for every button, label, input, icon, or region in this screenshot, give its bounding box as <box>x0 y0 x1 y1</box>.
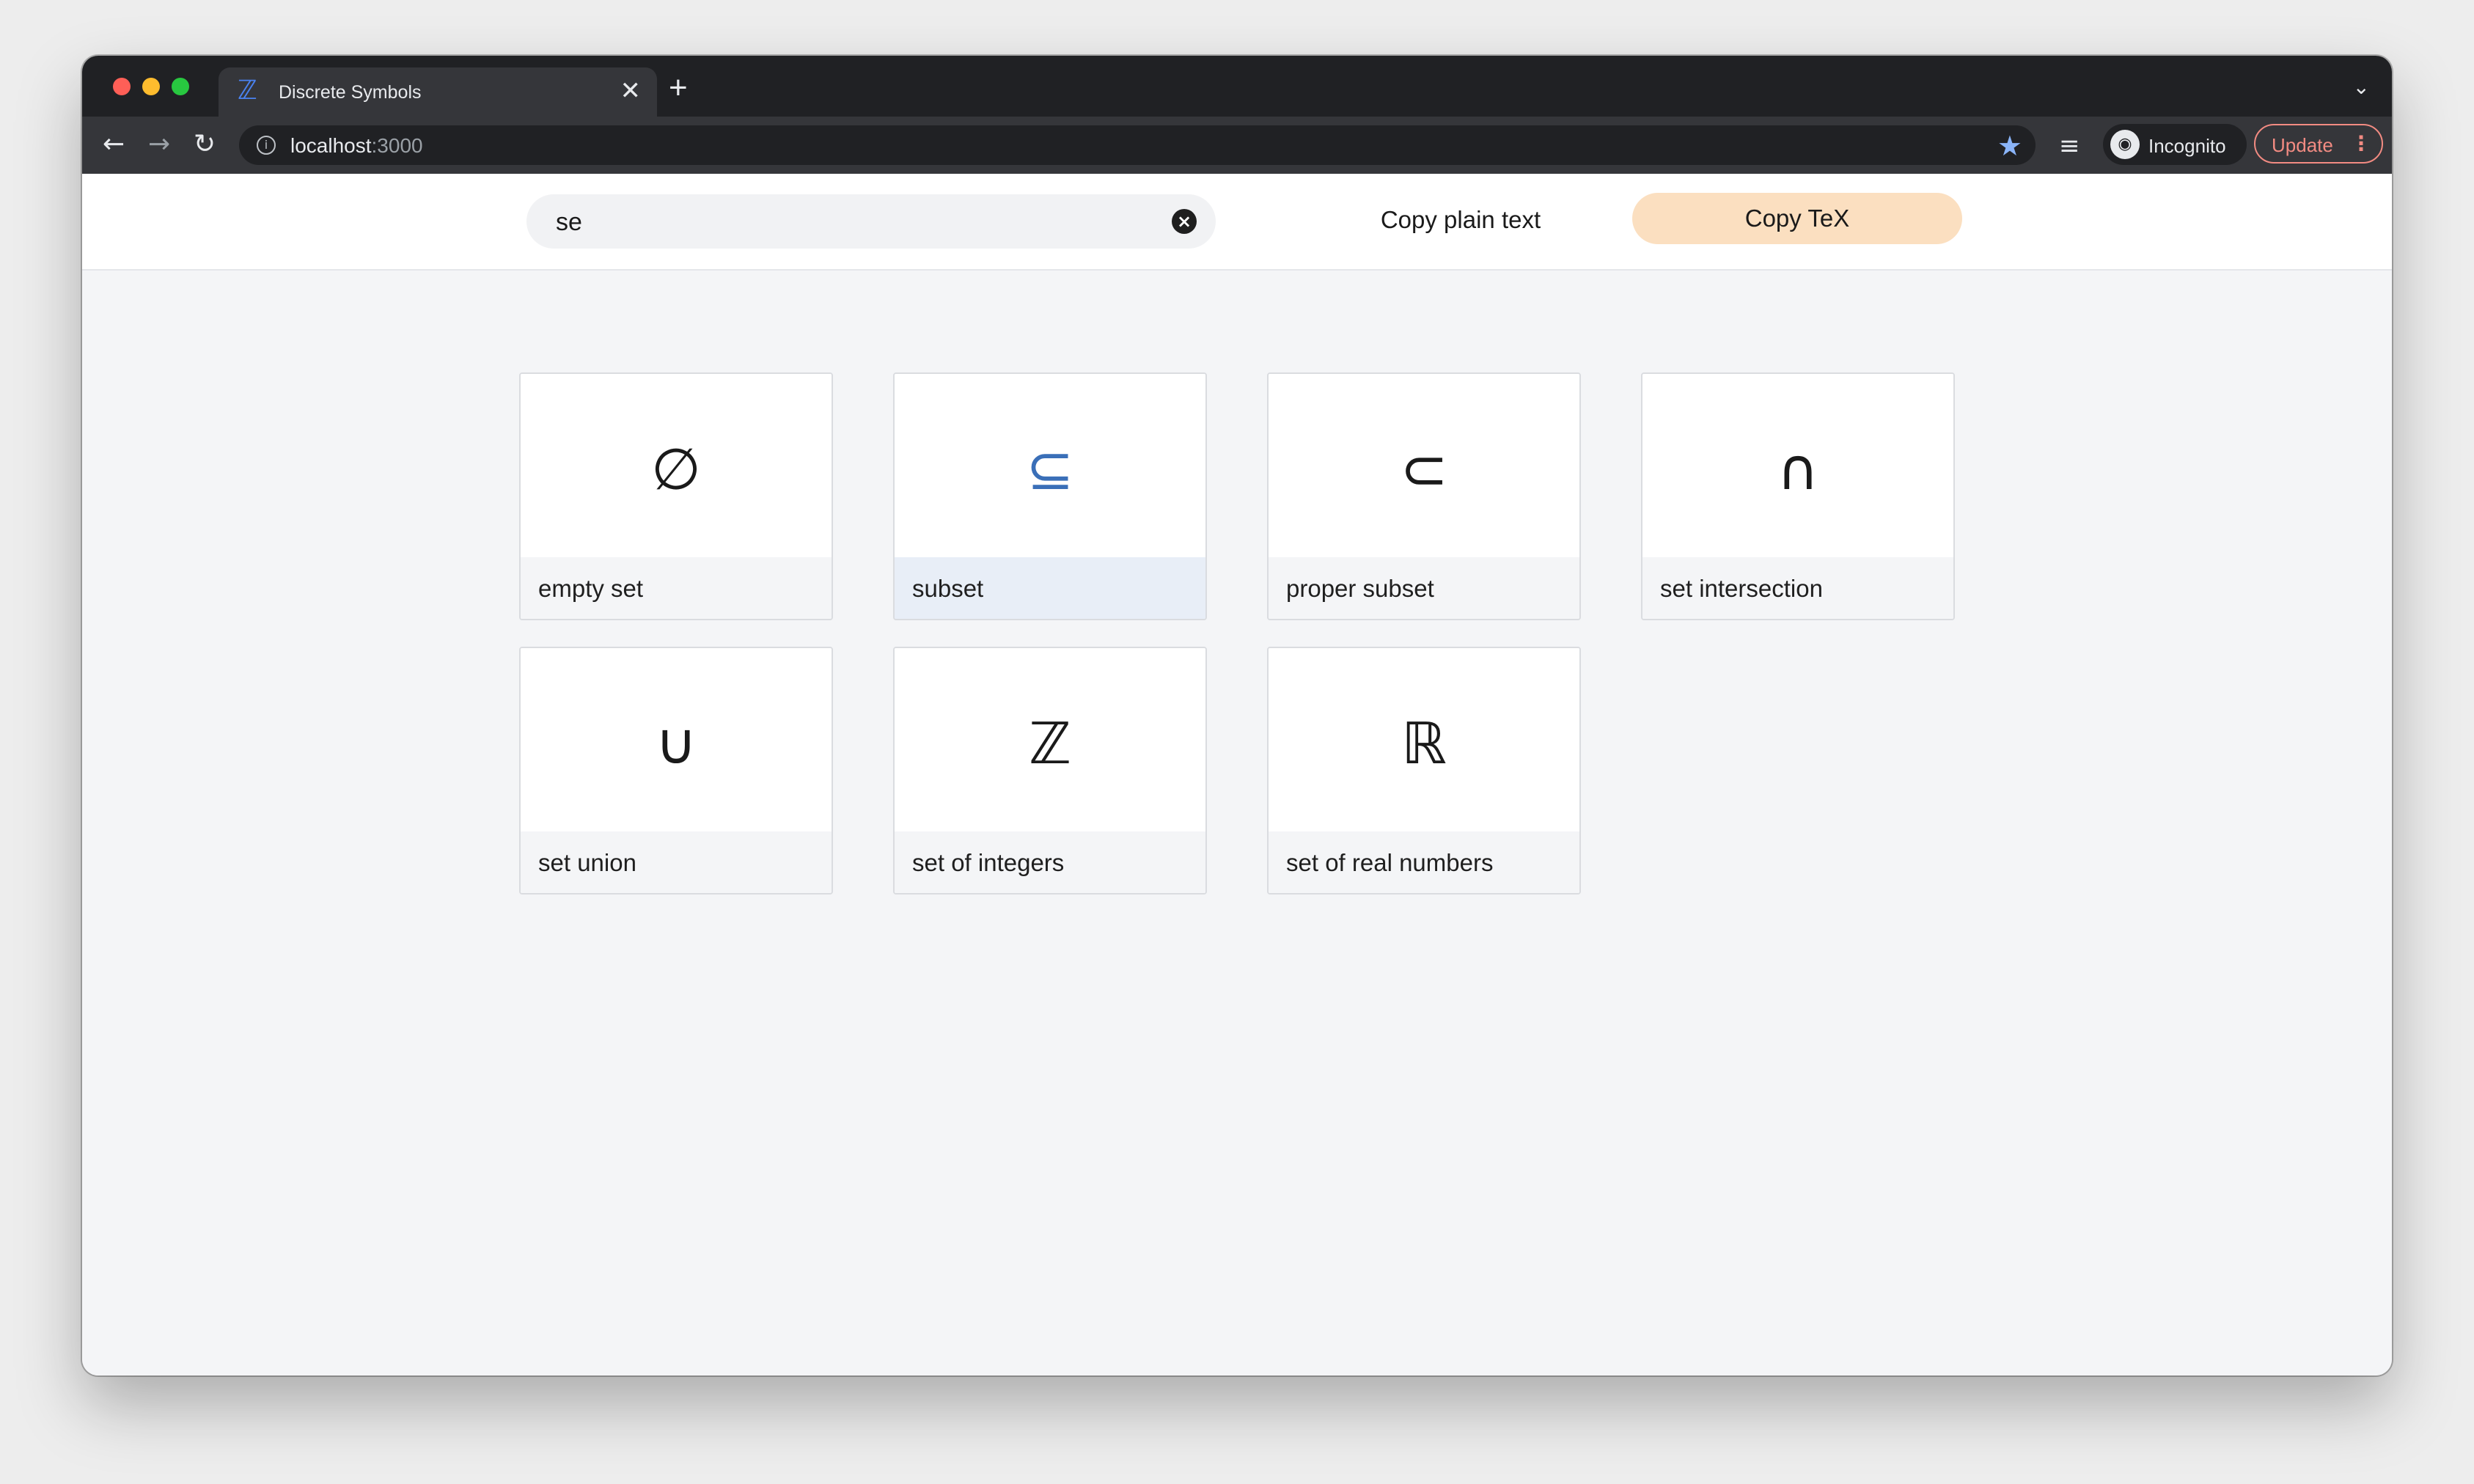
search-box[interactable]: × <box>526 194 1216 249</box>
symbol-preview: ∪ <box>521 648 832 831</box>
symbol-label-bar: proper subset <box>1269 557 1579 619</box>
search-input[interactable] <box>554 205 1129 240</box>
symbol-label: empty set <box>538 575 644 602</box>
symbol-label-bar: subset <box>895 557 1205 619</box>
proper-subset-icon: ⊂ <box>1400 437 1448 503</box>
zoom-window-button[interactable] <box>172 78 189 95</box>
tab-discrete-symbols[interactable]: ℤ Discrete Symbols ✕ <box>219 67 657 117</box>
intersection-icon: ∩ <box>1777 437 1819 503</box>
incognito-profile-button[interactable]: ◉ Incognito <box>2103 124 2247 165</box>
symbol-preview: ⊆ <box>895 374 1205 557</box>
symbol-card-empty-set[interactable]: ∅ empty set <box>519 372 833 620</box>
url-text[interactable]: localhost:3000 <box>290 134 423 158</box>
tab-search-chevron-icon[interactable]: ⌄ <box>2353 75 2370 99</box>
browser-window: ℤ Discrete Symbols ✕ + ⌄ ← → ↻ i localho… <box>82 56 2392 1375</box>
symbol-preview: ℝ <box>1269 648 1579 831</box>
copy-tex-button[interactable]: Copy TeX <box>1632 193 1962 244</box>
app-page: × Copy plain text Copy TeX ∅ empty set ⊆… <box>82 174 2392 1375</box>
more-menu-icon[interactable]: ⋮ <box>2351 131 2371 155</box>
symbol-label-bar: empty set <box>521 557 832 619</box>
symbol-preview: ℤ <box>895 648 1205 831</box>
back-arrow-icon[interactable]: ← <box>103 128 125 161</box>
url-host: localhost <box>290 134 372 157</box>
symbol-label-bar: set union <box>521 831 832 893</box>
symbol-card-set-of-integers[interactable]: ℤ set of integers <box>893 647 1207 895</box>
symbol-card-proper-subset[interactable]: ⊂ proper subset <box>1267 372 1581 620</box>
symbol-label: set union <box>538 849 636 876</box>
tab-title: Discrete Symbols <box>279 82 422 103</box>
symbol-label-bar: set of integers <box>895 831 1205 893</box>
symbol-label: set intersection <box>1660 575 1823 602</box>
new-tab-icon[interactable]: + <box>669 72 688 104</box>
symbol-preview: ⊂ <box>1269 374 1579 557</box>
close-tab-icon[interactable]: ✕ <box>620 76 642 106</box>
union-icon: ∪ <box>655 711 697 777</box>
integers-icon: ℤ <box>1028 711 1072 777</box>
symbol-label-bar: set of real numbers <box>1269 831 1579 893</box>
symbol-label: set of integers <box>912 849 1065 876</box>
symbol-preview: ∩ <box>1642 374 1953 557</box>
symbol-label: proper subset <box>1286 575 1434 602</box>
url-port: :3000 <box>371 134 423 157</box>
symbol-preview: ∅ <box>521 374 832 557</box>
reading-list-icon[interactable]: ≡ <box>2059 131 2080 161</box>
incognito-label: Incognito <box>2148 135 2226 157</box>
empty-set-icon: ∅ <box>651 437 701 503</box>
symbol-card-set-of-real-numbers[interactable]: ℝ set of real numbers <box>1267 647 1581 895</box>
update-button[interactable]: Update ⋮ <box>2254 124 2383 164</box>
symbol-card-subset[interactable]: ⊆ subset <box>893 372 1207 620</box>
site-info-icon[interactable]: i <box>257 136 276 155</box>
forward-arrow-icon[interactable]: → <box>148 128 170 161</box>
real-numbers-icon: ℝ <box>1401 711 1447 777</box>
symbol-card-set-union[interactable]: ∪ set union <box>519 647 833 895</box>
reload-icon[interactable]: ↻ <box>194 128 216 161</box>
minimize-window-button[interactable] <box>142 78 160 95</box>
symbol-card-set-intersection[interactable]: ∩ set intersection <box>1641 372 1955 620</box>
address-bar[interactable]: i localhost:3000 ★ <box>239 125 2036 165</box>
bookmark-star-icon[interactable]: ★ <box>1997 130 2022 162</box>
symbol-grid: ∅ empty set ⊆ subset ⊂ proper subset ∩ s… <box>519 372 1956 915</box>
close-window-button[interactable] <box>113 78 131 95</box>
symbol-label: set of real numbers <box>1286 849 1494 876</box>
update-label: Update <box>2272 134 2333 156</box>
symbol-label-bar: set intersection <box>1642 557 1953 619</box>
app-header: × Copy plain text Copy TeX <box>82 174 2392 271</box>
integers-favicon-icon: ℤ <box>238 76 257 106</box>
browser-toolbar: ← → ↻ i localhost:3000 ★ ≡ ◉ Incognito U… <box>82 117 2392 174</box>
subset-icon: ⊆ <box>1026 437 1074 503</box>
tab-strip: ℤ Discrete Symbols ✕ + ⌄ <box>82 56 2392 117</box>
symbol-label: subset <box>912 575 984 602</box>
clear-search-icon[interactable]: × <box>1172 209 1197 234</box>
incognito-icon: ◉ <box>2110 130 2140 159</box>
copy-plain-text-button[interactable]: Copy plain text <box>1299 194 1622 246</box>
